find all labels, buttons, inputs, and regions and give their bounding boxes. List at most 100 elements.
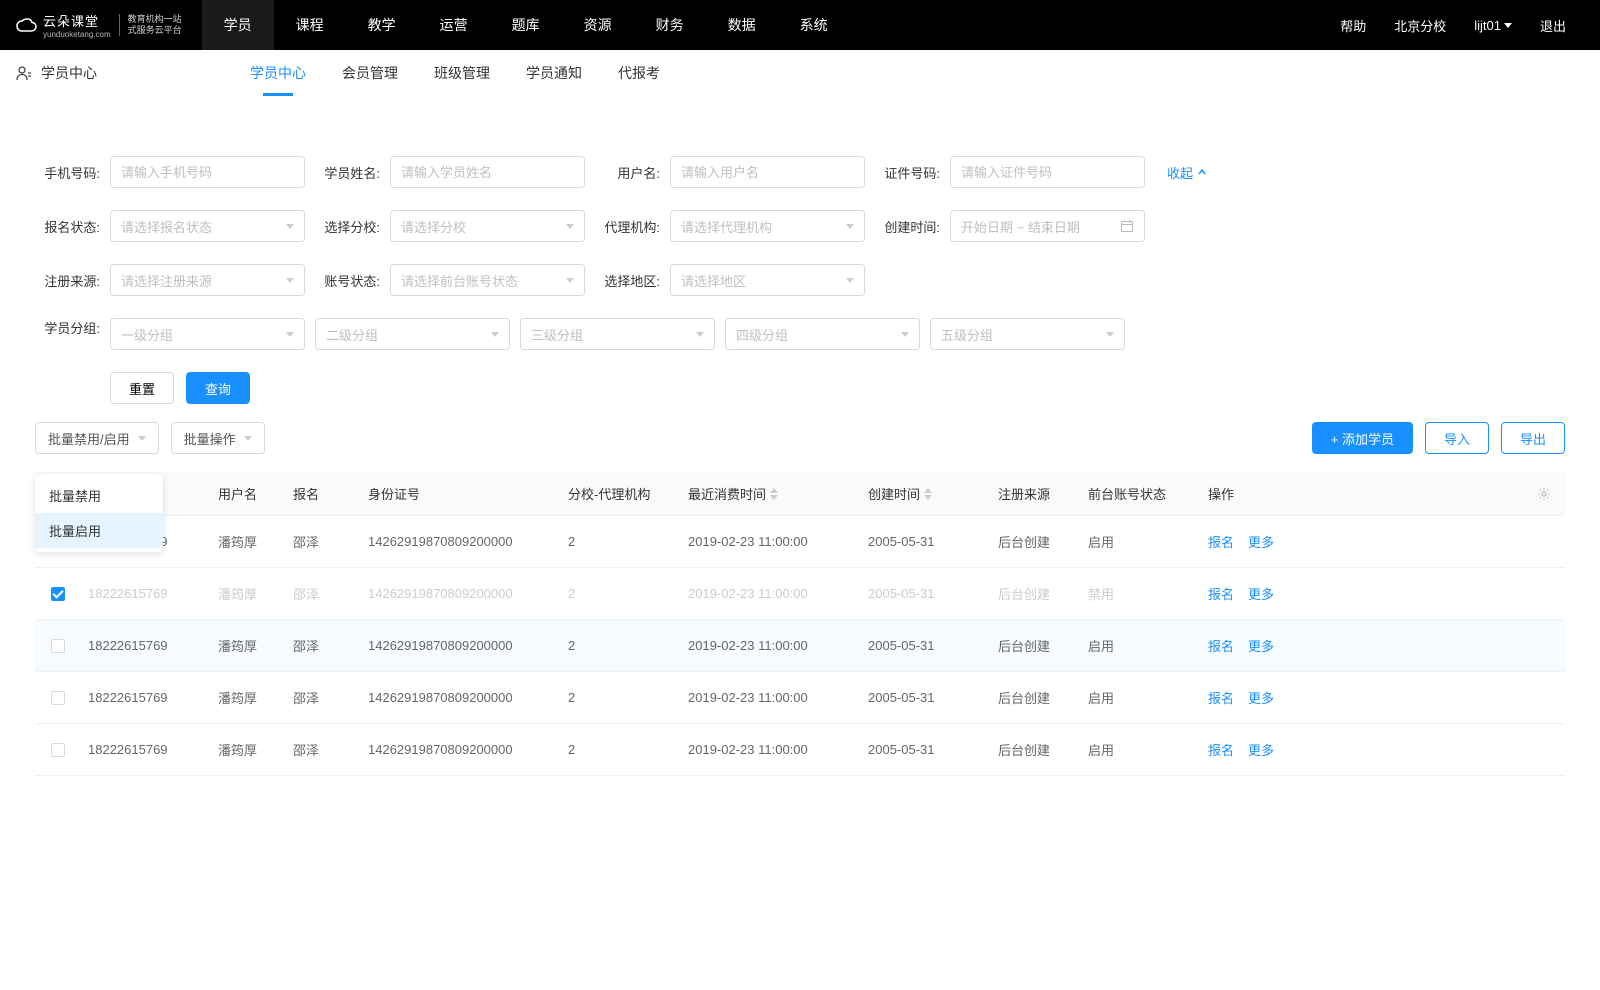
row-signup-link[interactable]: 报名	[1208, 688, 1234, 707]
batch-toggle-dropdown[interactable]: 批量禁用/启用	[35, 422, 159, 454]
cell-source: 后台创建	[990, 532, 1080, 551]
gear-icon[interactable]	[1537, 487, 1551, 501]
branch-select-label: 选择分校:	[315, 217, 390, 236]
chevron-down-icon	[846, 224, 854, 229]
username-label: 用户名:	[595, 163, 670, 182]
nav-teaching[interactable]: 教学	[346, 0, 418, 50]
branch-select[interactable]: 请选择分校	[390, 210, 585, 242]
batch-enable-option[interactable]: 批量启用	[35, 513, 163, 548]
cell-idnum: 14262919870809200000	[360, 638, 560, 653]
header-idnum: 身份证号	[360, 484, 560, 503]
row-more-link[interactable]: 更多	[1248, 688, 1274, 707]
cell-username: 潘筠厚	[210, 740, 285, 759]
table-row[interactable]: 18222615769潘筠厚邵泽142629198708092000002201…	[35, 568, 1565, 620]
cell-phone: 18222615769	[80, 690, 210, 705]
row-more-link[interactable]: 更多	[1248, 636, 1274, 655]
help-link[interactable]: 帮助	[1326, 16, 1380, 35]
username-input[interactable]	[670, 156, 865, 188]
collapse-filters-link[interactable]: 收起	[1167, 156, 1207, 188]
logo-tagline-1: 教育机构一站	[128, 14, 182, 25]
subnav-member-mgmt[interactable]: 会员管理	[324, 50, 416, 96]
branch-label[interactable]: 北京分校	[1380, 16, 1460, 35]
cell-createtime: 2005-05-31	[860, 742, 990, 757]
nav-students[interactable]: 学员	[202, 0, 274, 50]
logo[interactable]: 云朵课堂 yunduoketang.com 教育机构一站 式服务云平台	[15, 11, 202, 39]
logo-name: 云朵课堂	[43, 11, 111, 30]
nav-courses[interactable]: 课程	[274, 0, 346, 50]
header-username: 用户名	[210, 484, 285, 503]
logout-link[interactable]: 退出	[1526, 16, 1580, 35]
subnav-student-notice[interactable]: 学员通知	[508, 50, 600, 96]
cell-source: 后台创建	[990, 688, 1080, 707]
nav-operations[interactable]: 运营	[418, 0, 490, 50]
nav-finance[interactable]: 财务	[634, 0, 706, 50]
row-more-link[interactable]: 更多	[1248, 584, 1274, 603]
row-checkbox[interactable]	[51, 743, 65, 757]
export-button[interactable]: 导出	[1501, 422, 1565, 454]
cell-status: 启用	[1080, 532, 1200, 551]
region-select[interactable]: 请选择地区	[670, 264, 865, 296]
row-more-link[interactable]: 更多	[1248, 532, 1274, 551]
group-level-1-select[interactable]: 一级分组	[110, 318, 305, 350]
row-signup-link[interactable]: 报名	[1208, 740, 1234, 759]
table-row[interactable]: 18222615769潘筠厚邵泽142629198708092000002201…	[35, 724, 1565, 776]
top-nav: 云朵课堂 yunduoketang.com 教育机构一站 式服务云平台 学员 课…	[0, 0, 1600, 50]
chevron-up-icon	[1197, 167, 1207, 177]
cell-branch: 2	[560, 586, 680, 601]
row-checkbox[interactable]	[51, 639, 65, 653]
cell-branch: 2	[560, 742, 680, 757]
reg-source-label: 注册来源:	[35, 271, 110, 290]
header-createtime[interactable]: 创建时间	[860, 484, 990, 503]
agency-select[interactable]: 请选择代理机构	[670, 210, 865, 242]
account-status-label: 账号状态:	[315, 271, 390, 290]
chevron-down-icon	[1106, 332, 1114, 337]
group-level-2-select[interactable]: 二级分组	[315, 318, 510, 350]
calendar-icon	[1120, 219, 1134, 233]
reg-source-select[interactable]: 请选择注册来源	[110, 264, 305, 296]
subnav-exam-proxy[interactable]: 代报考	[600, 50, 678, 96]
search-button[interactable]: 查询	[186, 372, 250, 404]
row-signup-link[interactable]: 报名	[1208, 636, 1234, 655]
cell-status: 启用	[1080, 688, 1200, 707]
table-row[interactable]: 18222615769潘筠厚邵泽142629198708092000002201…	[35, 620, 1565, 672]
nav-data[interactable]: 数据	[706, 0, 778, 50]
reset-button[interactable]: 重置	[110, 372, 174, 404]
user-menu[interactable]: lijt01	[1460, 18, 1526, 33]
row-checkbox[interactable]	[51, 691, 65, 705]
import-button[interactable]: 导入	[1425, 422, 1489, 454]
row-more-link[interactable]: 更多	[1248, 740, 1274, 759]
add-student-button[interactable]: + 添加学员	[1312, 422, 1413, 454]
batch-op-dropdown[interactable]: 批量操作	[171, 422, 265, 454]
header-lastconsume[interactable]: 最近消费时间	[680, 484, 860, 503]
account-status-select[interactable]: 请选择前台账号状态	[390, 264, 585, 296]
batch-disable-option[interactable]: 批量禁用	[35, 478, 163, 513]
group-level-5-select[interactable]: 五级分组	[930, 318, 1125, 350]
idnumber-input[interactable]	[950, 156, 1145, 188]
row-signup-link[interactable]: 报名	[1208, 532, 1234, 551]
subnav-student-center[interactable]: 学员中心	[232, 50, 324, 96]
top-nav-items: 学员 课程 教学 运营 题库 资源 财务 数据 系统	[202, 0, 1327, 50]
table-row[interactable]: 18222615769潘筠厚邵泽142629198708092000002201…	[35, 672, 1565, 724]
chevron-down-icon	[286, 224, 294, 229]
enroll-status-select[interactable]: 请选择报名状态	[110, 210, 305, 242]
nav-question-bank[interactable]: 题库	[490, 0, 562, 50]
enroll-status-label: 报名状态:	[35, 217, 110, 236]
cell-phone: 18222615769	[80, 742, 210, 757]
cell-source: 后台创建	[990, 636, 1080, 655]
phone-input[interactable]	[110, 156, 305, 188]
table-row[interactable]: 18222615769潘筠厚邵泽142629198708092000002201…	[35, 516, 1565, 568]
nav-resources[interactable]: 资源	[562, 0, 634, 50]
student-name-input[interactable]	[390, 156, 585, 188]
group-level-4-select[interactable]: 四级分组	[725, 318, 920, 350]
create-time-picker[interactable]: 开始日期 ~ 结束日期	[950, 210, 1145, 242]
row-signup-link[interactable]: 报名	[1208, 584, 1234, 603]
nav-system[interactable]: 系统	[778, 0, 850, 50]
row-checkbox[interactable]	[51, 587, 65, 601]
group-level-3-select[interactable]: 三级分组	[520, 318, 715, 350]
region-label: 选择地区:	[595, 271, 670, 290]
phone-label: 手机号码:	[35, 163, 110, 182]
cell-lastconsume: 2019-02-23 11:00:00	[680, 638, 860, 653]
subnav-class-mgmt[interactable]: 班级管理	[416, 50, 508, 96]
cell-lastconsume: 2019-02-23 11:00:00	[680, 690, 860, 705]
cell-lastconsume: 2019-02-23 11:00:00	[680, 534, 860, 549]
